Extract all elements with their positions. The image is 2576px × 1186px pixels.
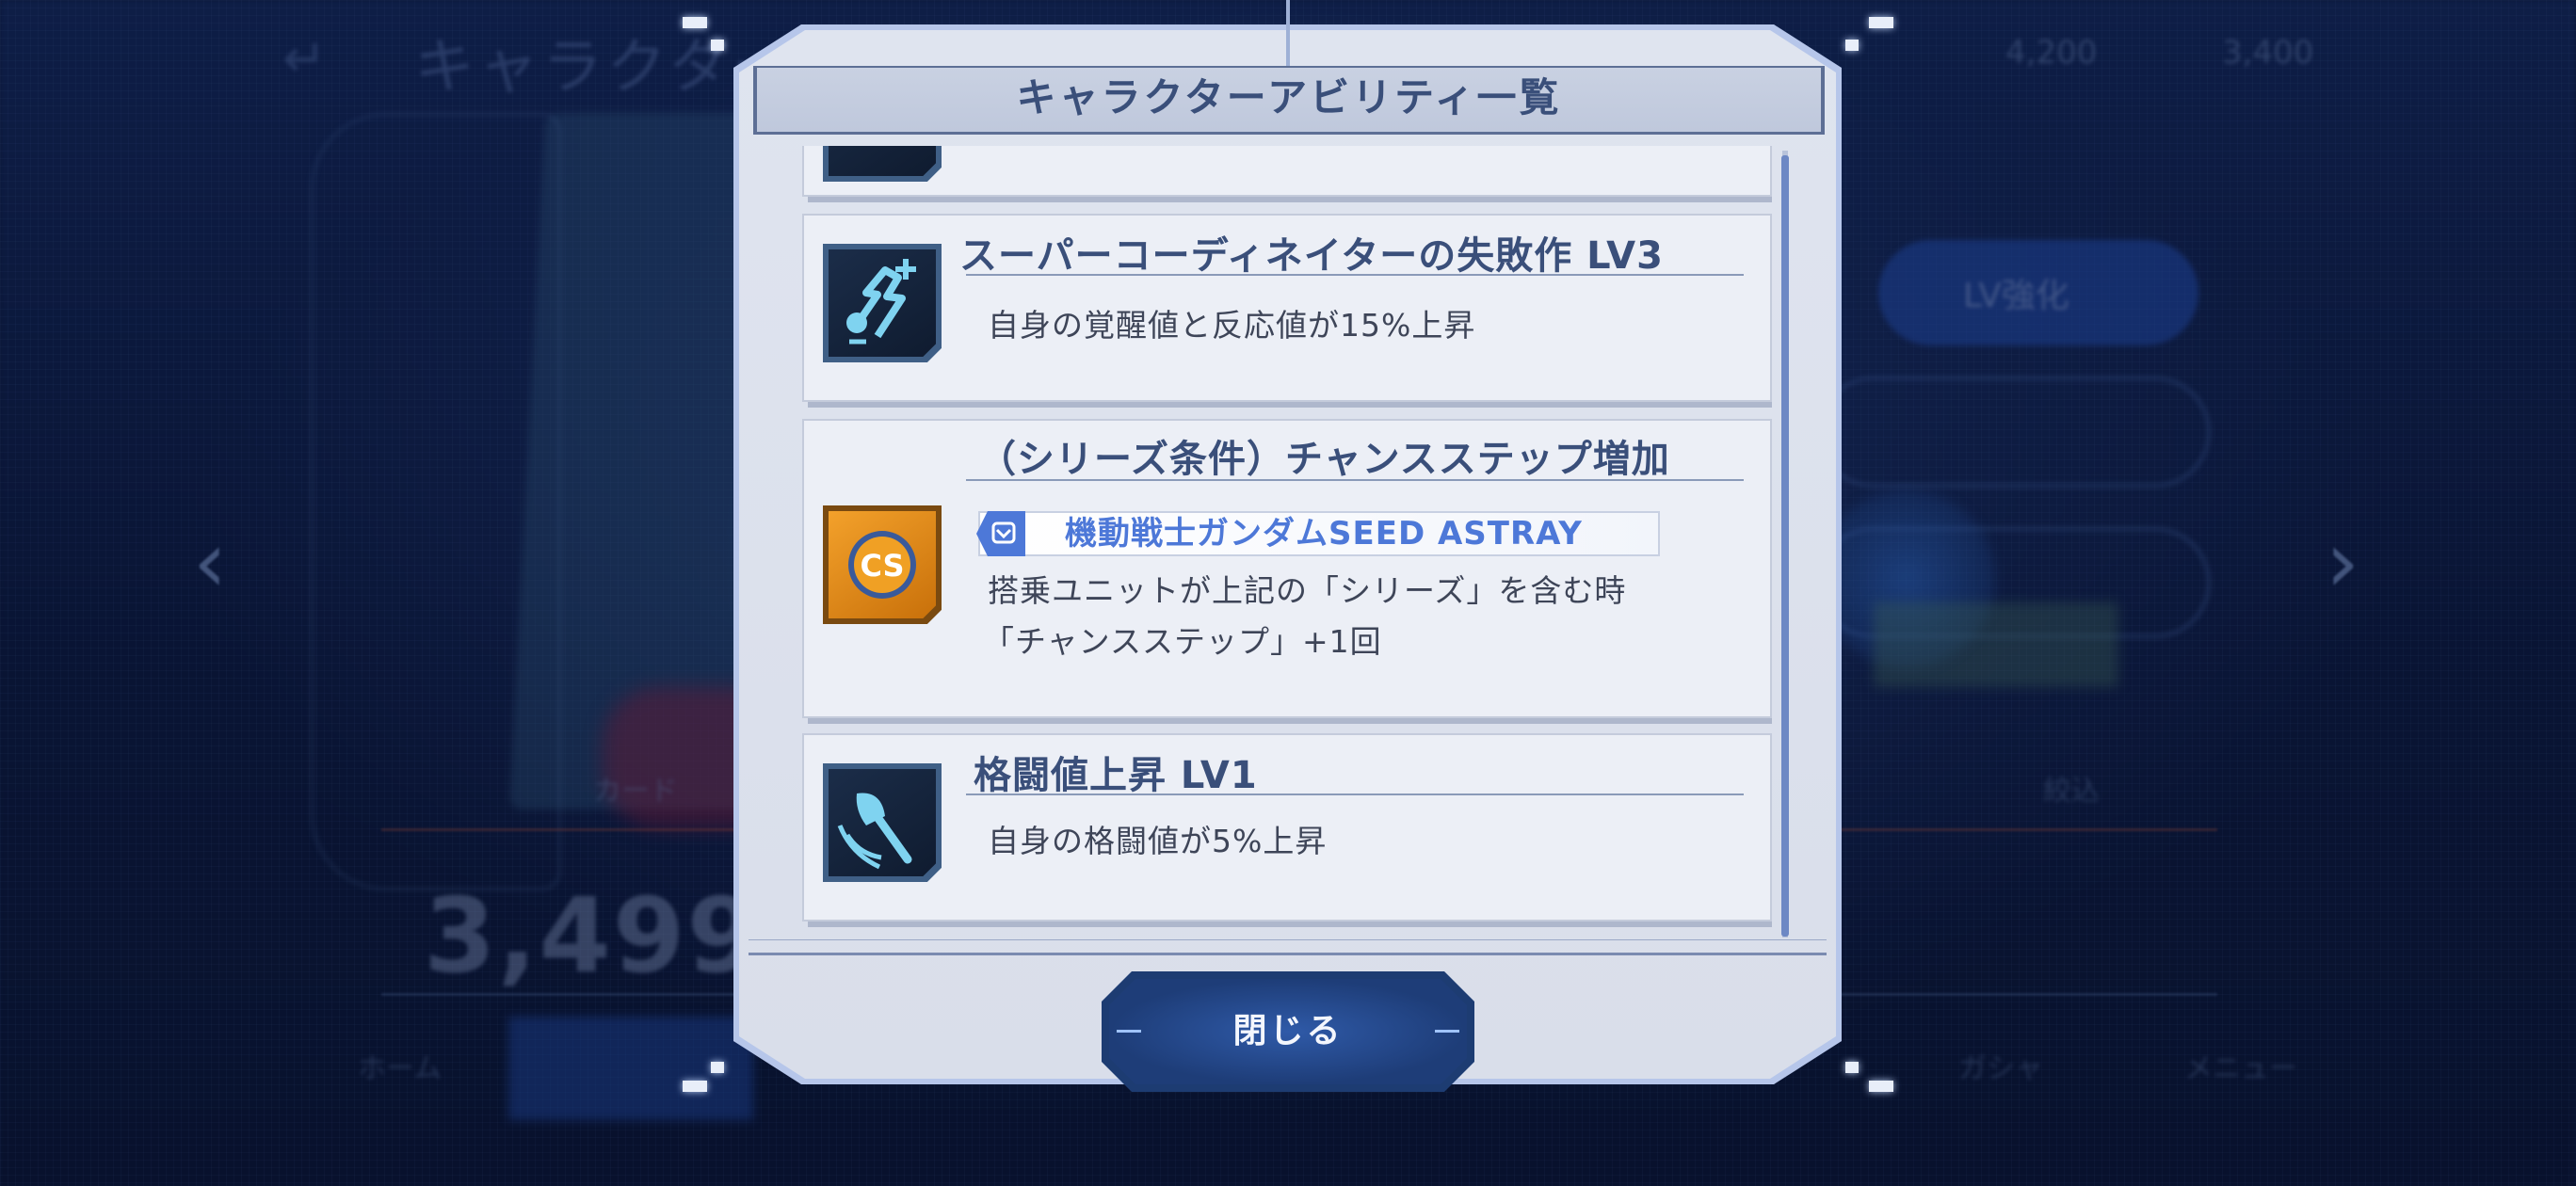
melee-axe-icon xyxy=(823,763,942,882)
series-name: 機動戦士ガンダムSEED ASTRAY xyxy=(1065,515,1583,553)
series-tag: 機動戦士ガンダムSEED ASTRAY xyxy=(976,511,1660,556)
ability-title: （シリーズ条件）チャンスステップ増加 xyxy=(978,438,1670,481)
series-icon xyxy=(976,511,1025,556)
ability-list[interactable]: スーパーコーディネイターの失敗作 LV3 自身の覚醒値と反応値が15%上昇 CS… xyxy=(802,146,1772,941)
ability-card: CS （シリーズ条件）チャンスステップ増加 機動戦士ガンダムSEED ASTRA… xyxy=(802,419,1772,718)
svg-text:CS: CS xyxy=(860,548,904,584)
ability-card: 格闘値上昇 LV1 自身の格闘値が5%上昇 xyxy=(802,733,1772,922)
ability-description: 自身の格闘値が5%上昇 xyxy=(988,823,1328,859)
scrollbar-thumb[interactable] xyxy=(1781,155,1789,937)
ability-description: 自身の覚醒値と反応値が15%上昇 xyxy=(988,307,1476,344)
ability-description-line-1: 搭乗ユニットが上記の「シリーズ」を含む時 xyxy=(988,572,1627,609)
dialog-title: キャラクターアビリティ一覧 xyxy=(1016,74,1562,120)
ability-title: 格闘値上昇 LV1 xyxy=(974,754,1258,797)
ability-description-line-2: 「チャンスステップ」+1回 xyxy=(983,623,1382,660)
coordinator-icon xyxy=(823,244,942,362)
cs-badge-icon: CS xyxy=(823,505,942,624)
ability-title: スーパーコーディネイターの失敗作 LV3 xyxy=(959,234,1664,278)
ability-card: スーパーコーディネイターの失敗作 LV3 自身の覚醒値と反応値が15%上昇 xyxy=(802,214,1772,402)
list-item xyxy=(802,146,1772,197)
close-button-label[interactable]: 閉じる xyxy=(1102,971,1474,1092)
